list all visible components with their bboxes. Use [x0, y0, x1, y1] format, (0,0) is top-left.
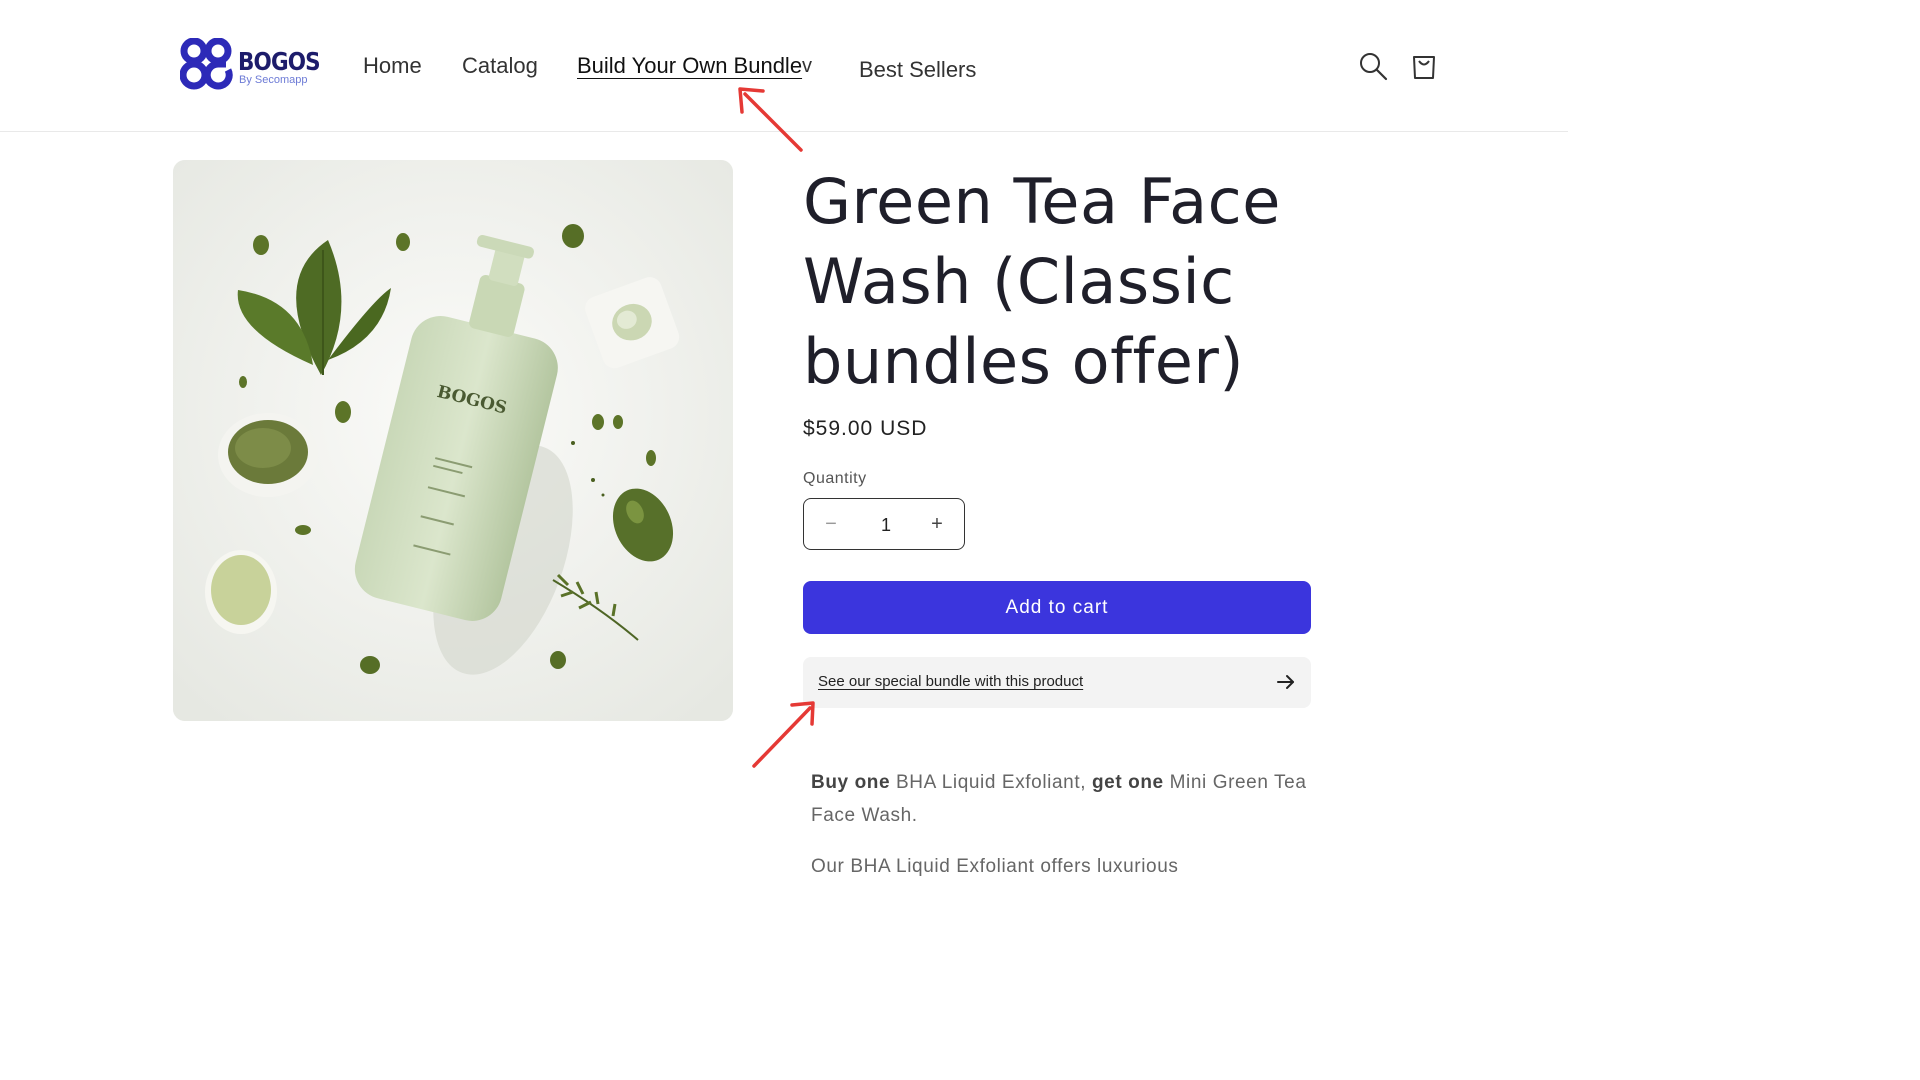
search-icon [1360, 53, 1388, 81]
product-price: $59.00 USD [803, 417, 928, 440]
brand-logo[interactable]: BOGOS By Secomapp [180, 38, 321, 92]
quantity-decrease-button[interactable]: − [806, 499, 856, 549]
desc-get-one: get one [1091, 772, 1164, 793]
annotation-arrow-bundle [752, 701, 815, 768]
product-description-text: Our BHA Liquid Exfoliant offers luxuriou… [811, 856, 1179, 877]
cart-button[interactable] [1407, 49, 1441, 83]
product-description-offer: Buy one BHA Liquid Exfoliant, get one Mi… [811, 766, 1321, 832]
product-photo: BOGOS [173, 160, 733, 721]
logo-mark-icon [180, 38, 233, 90]
logo-tagline: By Secomapp [239, 74, 308, 86]
logo-wordmark: BOGOS [238, 47, 321, 76]
nav-build-your-own-bundle[interactable]: Build Your Own Bundle [577, 53, 802, 79]
quantity-increase-button[interactable]: + [912, 499, 962, 549]
desc-item-one: BHA Liquid Exfoliant, [890, 772, 1092, 793]
special-bundle-link-label: See our special bundle with this product [818, 673, 1084, 690]
arrow-right-icon [1277, 675, 1294, 689]
site-header: BOGOS By Secomapp Home Catalog Build You… [0, 0, 1568, 132]
chevron-down-icon[interactable]: v [802, 55, 812, 78]
product-image[interactable]: BOGOS [173, 160, 733, 721]
search-button[interactable] [1356, 49, 1390, 83]
special-bundle-link[interactable]: See our special bundle with this product [803, 657, 1311, 708]
product-title: Green Tea Face Wash (Classic bundles off… [803, 165, 1281, 398]
cart-icon [1413, 56, 1435, 79]
quantity-label: Quantity [803, 470, 867, 487]
quantity-stepper: − + [803, 498, 965, 551]
nav-best-sellers[interactable]: Best Sellers [859, 57, 976, 83]
desc-buy-one: Buy one [811, 772, 891, 793]
quantity-input[interactable] [859, 499, 913, 551]
nav-catalog[interactable]: Catalog [462, 53, 538, 79]
nav-home[interactable]: Home [363, 53, 422, 79]
add-to-cart-button[interactable]: Add to cart [803, 581, 1311, 634]
